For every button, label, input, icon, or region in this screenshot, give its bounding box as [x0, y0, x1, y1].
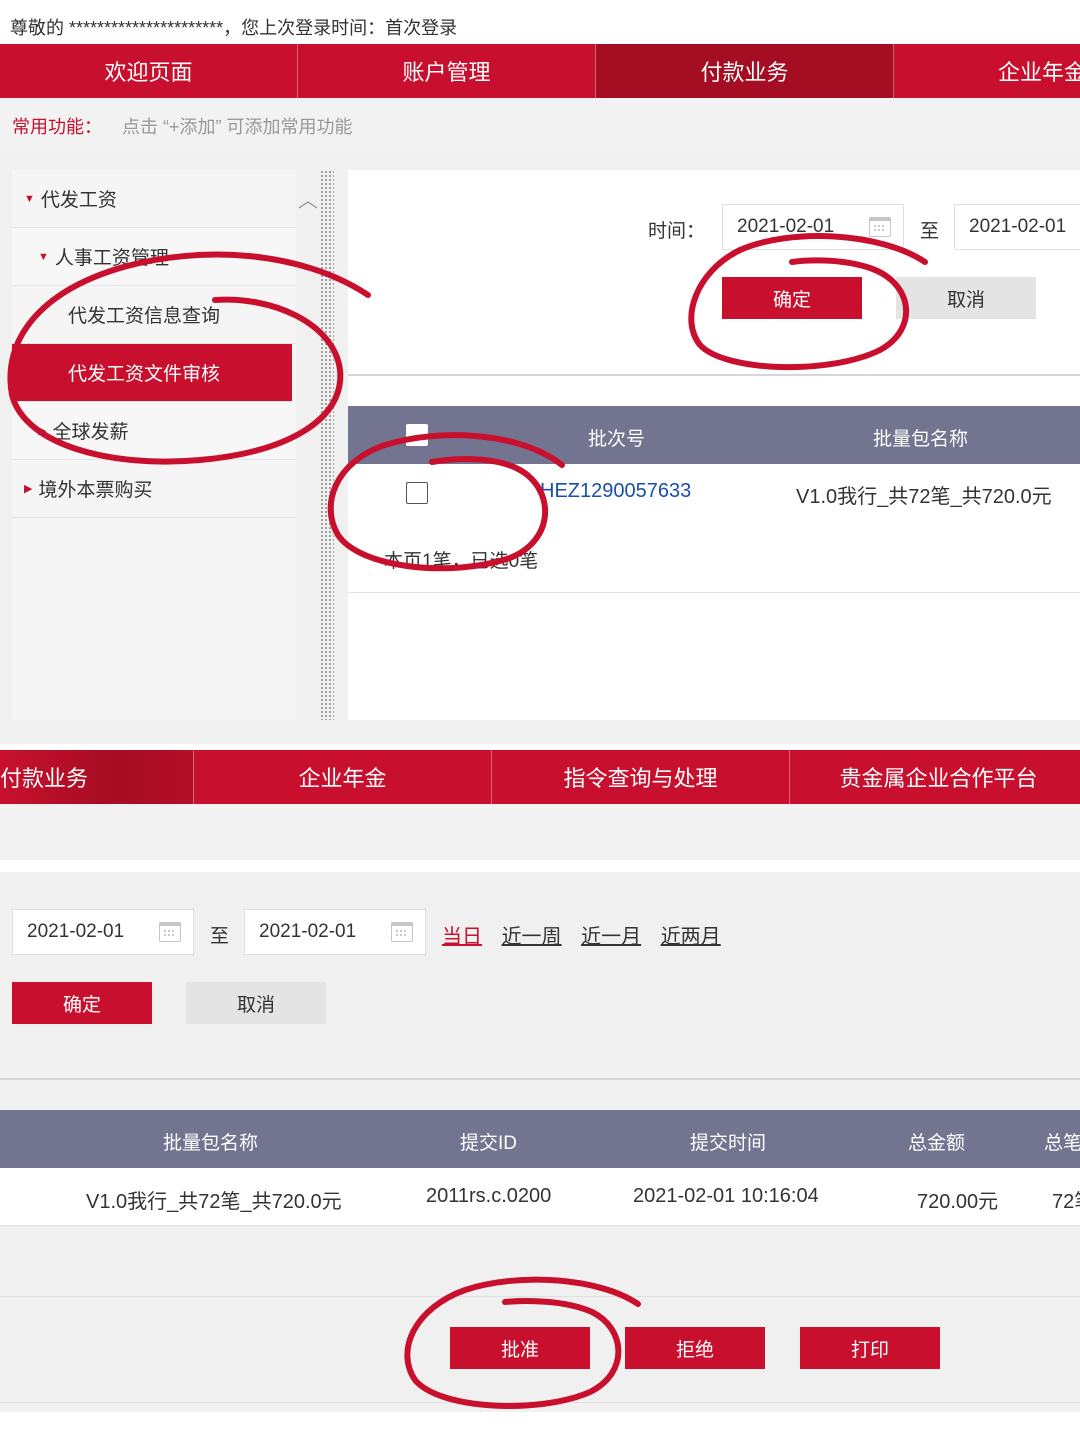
divider	[0, 1402, 1080, 1403]
quick-range-links: 当日 近一周 近一月 近两月	[442, 920, 735, 949]
nav-enterprise-annuity[interactable]: 企业年金	[194, 750, 492, 804]
column-header-package-name: 批量包名称	[873, 429, 969, 450]
calendar-icon[interactable]	[869, 217, 891, 237]
nav-precious-metals-platform[interactable]: 贵金属企业合作平台	[790, 750, 1080, 804]
sidebar-item-payroll-file-review[interactable]: 代发工资文件审核	[12, 344, 292, 402]
sidebar-item-overseas-draft[interactable]: ▶ 境外本票购买	[12, 460, 296, 518]
collapsed-triangle-icon: ▶	[24, 483, 33, 495]
nav-payment-business[interactable]: 付款业务	[596, 44, 894, 98]
print-button[interactable]: 打印	[800, 1327, 940, 1369]
reject-button[interactable]: 拒绝	[625, 1327, 765, 1369]
end-date-input[interactable]: 2021-02-01	[244, 909, 426, 955]
nav-account-management[interactable]: 账户管理	[298, 44, 596, 98]
range-two-months-link[interactable]: 近两月	[661, 926, 721, 948]
column-header-total-amount: 总金额	[908, 1133, 966, 1154]
main-nav-bottom: 付款业务 企业年金 指令查询与处理 贵金属企业合作平台	[0, 750, 1080, 804]
divider	[348, 374, 1080, 376]
approve-button[interactable]: 批准	[450, 1327, 590, 1369]
range-month-link[interactable]: 近一月	[581, 926, 641, 948]
top-panel-area: ▼ 代发工资 ▼ 人事工资管理 代发工资信息查询 代发工资文件审核 ▶ 全球发薪…	[0, 154, 1080, 744]
selection-summary: 本页1笔，已选0笔	[384, 551, 539, 572]
batch-no-link[interactable]: HEZ1290057633	[540, 480, 691, 503]
start-date-value: 2021-02-01	[737, 216, 835, 237]
column-header-package-name: 批量包名称	[163, 1133, 259, 1154]
nav-enterprise-annuity[interactable]: 企业年金	[894, 44, 1080, 98]
package-name-cell: V1.0我行_共72笔_共720.0元	[796, 486, 1052, 508]
to-label: 至	[920, 221, 940, 242]
package-name-cell: V1.0我行_共72笔_共720.0元	[86, 1191, 342, 1213]
time-label: 时间：	[648, 221, 706, 242]
range-week-link[interactable]: 近一周	[502, 926, 562, 948]
sidebar-item-payroll-query[interactable]: 代发工资信息查询	[12, 286, 296, 344]
table-header: 批次号 批量包名称	[348, 406, 1080, 464]
expanded-triangle-icon: ▼	[38, 250, 49, 263]
confirm-button[interactable]: 确定	[12, 982, 152, 1024]
sidebar-item-hr-payroll[interactable]: ▼ 人事工资管理	[12, 228, 296, 286]
column-header-submit-time: 提交时间	[690, 1133, 767, 1154]
expanded-triangle-icon: ▼	[24, 192, 35, 205]
end-date-input[interactable]: 2021-02-01	[954, 204, 1080, 250]
cancel-button[interactable]: 取消	[896, 277, 1036, 319]
divider	[348, 592, 1080, 593]
nav-welcome[interactable]: 欢迎页面	[0, 44, 298, 98]
favorites-bar	[0, 804, 1080, 860]
row-checkbox[interactable]	[406, 482, 428, 504]
sidebar-item-label: 全球发薪	[52, 422, 129, 443]
sidebar: ▼ 代发工资 ▼ 人事工资管理 代发工资信息查询 代发工资文件审核 ▶ 全球发薪…	[12, 170, 296, 720]
start-date-input[interactable]: 2021-02-01	[12, 909, 194, 955]
total-amount-cell: 720.00元	[917, 1191, 999, 1213]
sidebar-item-label: 境外本票购买	[38, 480, 153, 501]
favorites-bar: 常用功能： 点击 “+添加” 可添加常用功能	[0, 98, 1080, 154]
column-header-submit-id: 提交ID	[460, 1133, 518, 1154]
start-date-input[interactable]: 2021-02-01	[722, 204, 904, 250]
table-row: V1.0我行_共72笔_共720.0元 2011rs.c.0200 2021-0…	[0, 1168, 1080, 1226]
review-content: 时间： 2021-02-01 至 2021-02-01 确定 取消 批次号 批量…	[348, 170, 1080, 720]
select-all-checkbox[interactable]	[406, 424, 428, 446]
favorites-hint: 点击 “+添加” 可添加常用功能	[122, 117, 353, 137]
main-nav-top: 欢迎页面 账户管理 付款业务 企业年金	[0, 44, 1080, 98]
total-count-cell: 72笔	[1052, 1191, 1080, 1213]
column-header-total-count: 总笔	[1044, 1133, 1080, 1154]
sidebar-item-label: 代发工资文件审核	[68, 364, 221, 385]
sidebar-item-label: 代发工资	[40, 190, 117, 211]
panel-splitter[interactable]	[320, 170, 334, 720]
sidebar-item-payroll[interactable]: ▼ 代发工资	[12, 170, 296, 228]
calendar-icon[interactable]	[391, 922, 413, 942]
chevron-up-icon[interactable]: ︿	[298, 184, 318, 213]
submit-id-cell: 2011rs.c.0200	[426, 1185, 552, 1207]
end-date-value: 2021-02-01	[969, 216, 1067, 237]
column-header-batch-no: 批次号	[588, 429, 646, 450]
divider	[0, 1296, 1080, 1297]
to-label: 至	[210, 926, 230, 947]
divider	[0, 1078, 1080, 1080]
table-row: HEZ1290057633 V1.0我行_共72笔_共720.0元	[348, 464, 1080, 522]
nav-payment-business[interactable]: 付款业务	[0, 750, 194, 804]
submit-time-cell: 2021-02-01 10:16:04	[633, 1185, 819, 1207]
nav-instruction-query[interactable]: 指令查询与处理	[492, 750, 790, 804]
favorites-label: 常用功能：	[12, 117, 102, 137]
range-today-link[interactable]: 当日	[442, 926, 482, 948]
cancel-button[interactable]: 取消	[186, 982, 326, 1024]
start-date-value: 2021-02-01	[27, 921, 125, 942]
calendar-icon[interactable]	[159, 922, 181, 942]
collapsed-triangle-icon: ▶	[38, 425, 47, 437]
detail-table-header: 批量包名称 提交ID 提交时间 总金额 总笔	[0, 1110, 1080, 1168]
end-date-value: 2021-02-01	[259, 921, 357, 942]
sidebar-item-global-payroll[interactable]: ▶ 全球发薪	[12, 402, 296, 460]
confirm-button[interactable]: 确定	[722, 277, 862, 319]
sidebar-item-label: 代发工资信息查询	[68, 306, 221, 327]
sidebar-item-label: 人事工资管理	[54, 248, 169, 269]
greeting-text: 尊敬的 **********************，您上次登录时间：首次登录	[10, 18, 458, 38]
